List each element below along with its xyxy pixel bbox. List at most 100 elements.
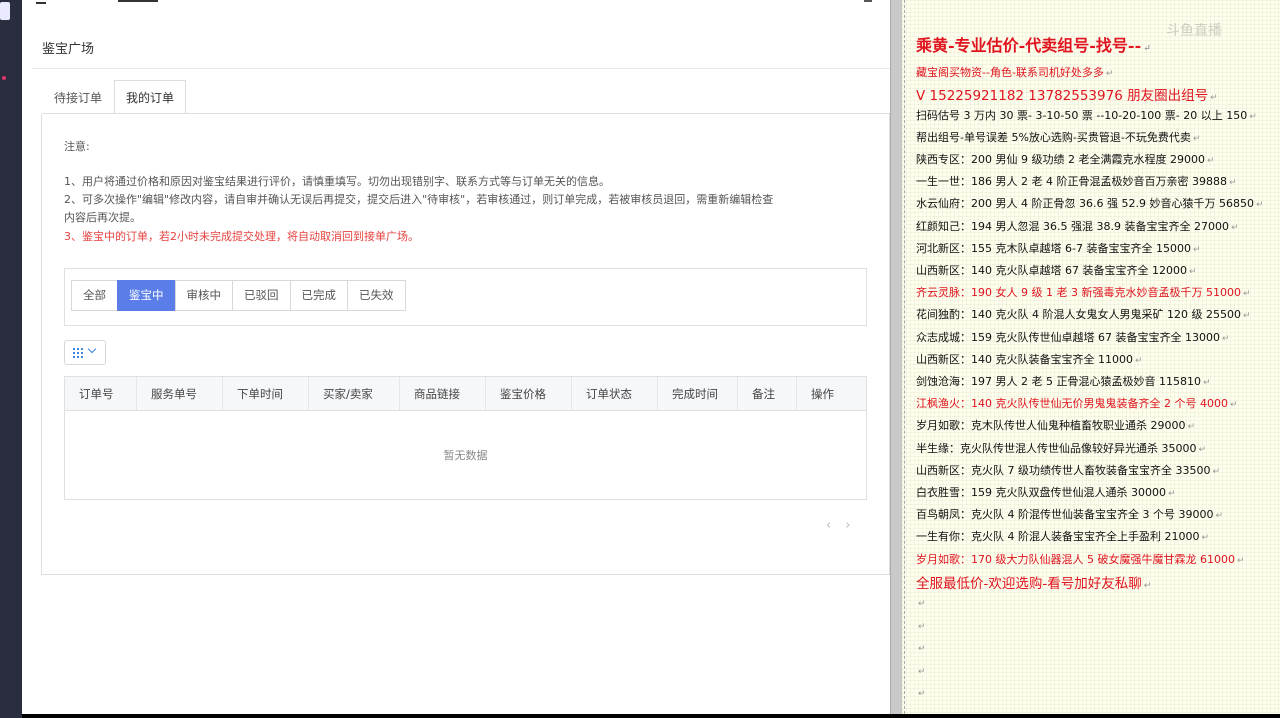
notes-line: 红颜知己：194 男人忽混 36.5 强混 38.9 装备宝宝齐全 27000 ↵ xyxy=(916,218,1239,234)
notes-line-text: 全服最低价-欢迎选购-看号加好友私聊 xyxy=(916,576,1142,592)
notes-line-text: 红颜知己：194 男人忽混 36.5 强混 38.9 装备宝宝齐全 27000 xyxy=(916,219,1229,233)
window-splitter[interactable] xyxy=(890,0,902,714)
filter-expired-button[interactable]: 已失效 xyxy=(347,280,406,311)
notes-line-text: 山西新区：克火队 7 级功绩传世人畜牧装备宝宝齐全 33500 xyxy=(916,463,1211,477)
empty-paragraph: ↵ xyxy=(916,596,926,609)
orders-table: 订单号 服务单号 下单时间 买家/卖家 商品链接 鉴宝价格 订单状态 完成时间 … xyxy=(64,376,867,500)
notes-line: 山西新区：140 克火队装备宝宝齐全 11000 ↵ xyxy=(916,351,1143,367)
taskbar-rail xyxy=(0,0,22,718)
paragraph-mark-icon: ↵ xyxy=(1228,178,1237,189)
col-remark[interactable]: 备注 xyxy=(738,377,797,410)
notes-line: 陕西专区：200 男仙 9 级功绩 2 老全满霞克水程度 29000 ↵ xyxy=(916,151,1215,167)
chevron-down-icon xyxy=(87,344,97,354)
paragraph-mark-icon: ↵ xyxy=(1249,112,1257,122)
paragraph-mark-icon: ↵ xyxy=(1192,244,1201,255)
empty-state: 暂无数据 xyxy=(443,449,488,462)
notes-line-text: 岁月如歌：170 级大力队仙器混人 5 破女魔强牛魔甘霖龙 61000 xyxy=(916,552,1235,566)
table-header: 订单号 服务单号 下单时间 买家/卖家 商品链接 鉴宝价格 订单状态 完成时间 … xyxy=(65,377,866,411)
paragraph-mark-icon: ↵ xyxy=(1187,422,1196,433)
notice-line: 2、可多次操作"编辑"修改内容，请自审并确认无误后再提交，提交后进入"待审核"，… xyxy=(64,193,774,206)
notes-line-text: V 15225921182 13782553976 朋友圈出组号 xyxy=(916,88,1209,104)
notes-line-text: 百鸟朝凤：克火队 4 阶混传世仙装备宝宝齐全 3 个号 39000 xyxy=(916,508,1214,522)
col-appraisal-price[interactable]: 鉴宝价格 xyxy=(486,377,572,410)
status-filter-group: 全部 鉴宝中 审核中 已驳回 已完成 已失效 xyxy=(71,280,406,311)
col-buyer-seller[interactable]: 买家/卖家 xyxy=(309,377,400,410)
app-icon[interactable] xyxy=(0,2,10,20)
notes-line-text: 山西新区：140 克火队装备宝宝齐全 11000 xyxy=(916,352,1133,366)
filter-rejected-button[interactable]: 已驳回 xyxy=(232,280,291,311)
notes-line-text: 陕西专区：200 男仙 9 级功绩 2 老全满霞克水程度 29000 xyxy=(916,153,1205,166)
paragraph-mark-icon: ↵ xyxy=(1105,69,1114,79)
prev-page-icon[interactable]: ‹ xyxy=(826,518,845,533)
notes-line-text: 江枫渔火：140 克火队传世仙无价男鬼鬼装备齐全 2 个号 4000 xyxy=(916,397,1228,411)
paragraph-mark-icon: ↵ xyxy=(1206,156,1215,166)
filter-reviewing-button[interactable]: 审核中 xyxy=(174,280,233,311)
notes-line: 一生有你：克火队 4 阶混人装备宝宝齐全上手盈利 21000 ↵ xyxy=(916,528,1209,544)
filter-all-button[interactable]: 全部 xyxy=(71,280,118,311)
col-order-time[interactable]: 下单时间 xyxy=(223,377,309,410)
notes-line: 花间独酌：140 克火队 4 阶混人女鬼女人男鬼采矿 120 级 25500 ↵ xyxy=(916,306,1251,322)
notice-line: 内容后再次提。 xyxy=(64,211,141,224)
paragraph-mark-icon: ↵ xyxy=(1198,444,1207,455)
paragraph-mark-icon: ↵ xyxy=(918,689,926,699)
pagination: ‹› xyxy=(826,518,864,533)
notes-line-text: 众志成城：159 克火队传世仙卓越塔 67 装备宝宝齐全 13000 xyxy=(916,330,1220,344)
status-filter-box: 全部 鉴宝中 审核中 已驳回 已完成 已失效 xyxy=(64,268,867,326)
notes-line: 帮出组号-单号误差 5%放心选购-买贵管退-不玩免费代卖 ↵ xyxy=(916,129,1200,145)
paragraph-mark-icon: ↵ xyxy=(1221,333,1230,344)
screen: 鉴宝广场 待接订单 我的订单 注意: 1、用户将通过价格和原因对鉴宝结果进行评价… xyxy=(0,0,1280,718)
paragraph-mark-icon: ↵ xyxy=(1230,222,1239,233)
paragraph-mark-icon: ↵ xyxy=(918,644,926,654)
notes-line: 水云仙府：200 男人 4 阶正骨忽 36.6 强 52.9 妙音心猿千万 56… xyxy=(916,195,1264,211)
bottom-strip xyxy=(22,714,1280,718)
notes-line-text: 山西新区：140 克火队卓越塔 67 装备宝宝齐全 12000 xyxy=(916,264,1187,277)
stream-watermark: 斗鱼直播 xyxy=(1166,23,1222,39)
divider xyxy=(32,68,890,69)
col-order-status[interactable]: 订单状态 xyxy=(572,377,658,410)
col-item-link[interactable]: 商品链接 xyxy=(400,377,486,410)
col-finish-time[interactable]: 完成时间 xyxy=(658,377,738,410)
notes-line: 剑蚀沧海：197 男人 2 老 5 正骨混心猿孟极妙音 115810 ↵ xyxy=(916,373,1211,389)
notes-line: 岁月如歌：170 级大力队仙器混人 5 破女魔强牛魔甘霖龙 61000 ↵ xyxy=(916,551,1245,567)
paragraph-mark-icon: ↵ xyxy=(1143,44,1151,54)
col-service-no[interactable]: 服务单号 xyxy=(137,377,223,410)
toolbar-fragment xyxy=(864,0,872,2)
notes-line-text: 一生一世：186 男人 2 老 4 阶正骨混孟极妙音百万亲密 39888 xyxy=(916,175,1227,189)
filter-completed-button[interactable]: 已完成 xyxy=(289,280,348,311)
notes-line: 乘黄-专业估价-代卖组号-找号-- ↵ xyxy=(916,32,1151,56)
notification-dot-icon xyxy=(2,76,6,80)
notes-line: V 15225921182 13782553976 朋友圈出组号 ↵ xyxy=(916,84,1218,104)
paragraph-mark-icon: ↵ xyxy=(918,599,926,609)
notes-line: 众志成城：159 克火队传世仙卓越塔 67 装备宝宝齐全 13000 ↵ xyxy=(916,329,1230,345)
notes-line-text: 白衣胜雪：159 克火队双盘传世仙混人通杀 30000 xyxy=(916,486,1166,499)
col-actions[interactable]: 操作 xyxy=(797,377,866,410)
paragraph-mark-icon: ↵ xyxy=(1229,400,1238,411)
toolbar-fragment xyxy=(36,0,46,4)
notes-line-text: 藏宝阁买物资--角色-联系司机好处多多 xyxy=(916,66,1104,79)
paragraph-mark-icon: ↵ xyxy=(1210,93,1218,103)
col-order-no[interactable]: 订单号 xyxy=(65,377,137,410)
tab-pending-orders[interactable]: 待接订单 xyxy=(42,80,114,114)
notes-line: 百鸟朝凤：克火队 4 阶混传世仙装备宝宝齐全 3 个号 39000 ↵ xyxy=(916,506,1223,522)
empty-paragraph: ↵ xyxy=(916,664,926,677)
paragraph-mark-icon: ↵ xyxy=(1143,581,1152,591)
notes-line: 岁月如歌：克木队传世人仙鬼种植畜牧职业通杀 29000 ↵ xyxy=(916,417,1195,433)
page-margin xyxy=(904,0,906,714)
paragraph-mark-icon: ↵ xyxy=(1202,378,1211,388)
paragraph-mark-icon: ↵ xyxy=(1242,289,1251,300)
tab-my-orders[interactable]: 我的订单 xyxy=(114,80,187,114)
notes-line: 半生缘：克火队传世混人传世仙品像较好异光通杀 35000 ↵ xyxy=(916,440,1206,456)
notes-line-text: 河北新区：155 克木队卓越塔 6-7 装备宝宝齐全 15000 xyxy=(916,241,1191,255)
paragraph-mark-icon: ↵ xyxy=(918,666,926,677)
notes-line-text: 扫码估号 3 万内 30 票- 3-10-50 票 --10-20-100 票-… xyxy=(916,109,1248,122)
notes-line-text: 一生有你：克火队 4 阶混人装备宝宝齐全上手盈利 21000 xyxy=(916,530,1200,544)
notice-title: 注意: xyxy=(64,140,90,153)
page-title: 鉴宝广场 xyxy=(42,42,95,57)
grid-icon xyxy=(73,348,83,358)
column-toggle-button[interactable] xyxy=(64,340,106,365)
empty-paragraph: ↵ xyxy=(916,686,926,699)
notice-warning: 3、鉴宝中的订单，若2小时未完成提交处理，将自动取消回到接单广场。 xyxy=(64,230,419,243)
notes-line-text: 岁月如歌：克木队传世人仙鬼种植畜牧职业通杀 29000 xyxy=(916,419,1186,433)
next-page-icon[interactable]: › xyxy=(845,518,864,533)
filter-appraising-button[interactable]: 鉴宝中 xyxy=(117,280,176,311)
